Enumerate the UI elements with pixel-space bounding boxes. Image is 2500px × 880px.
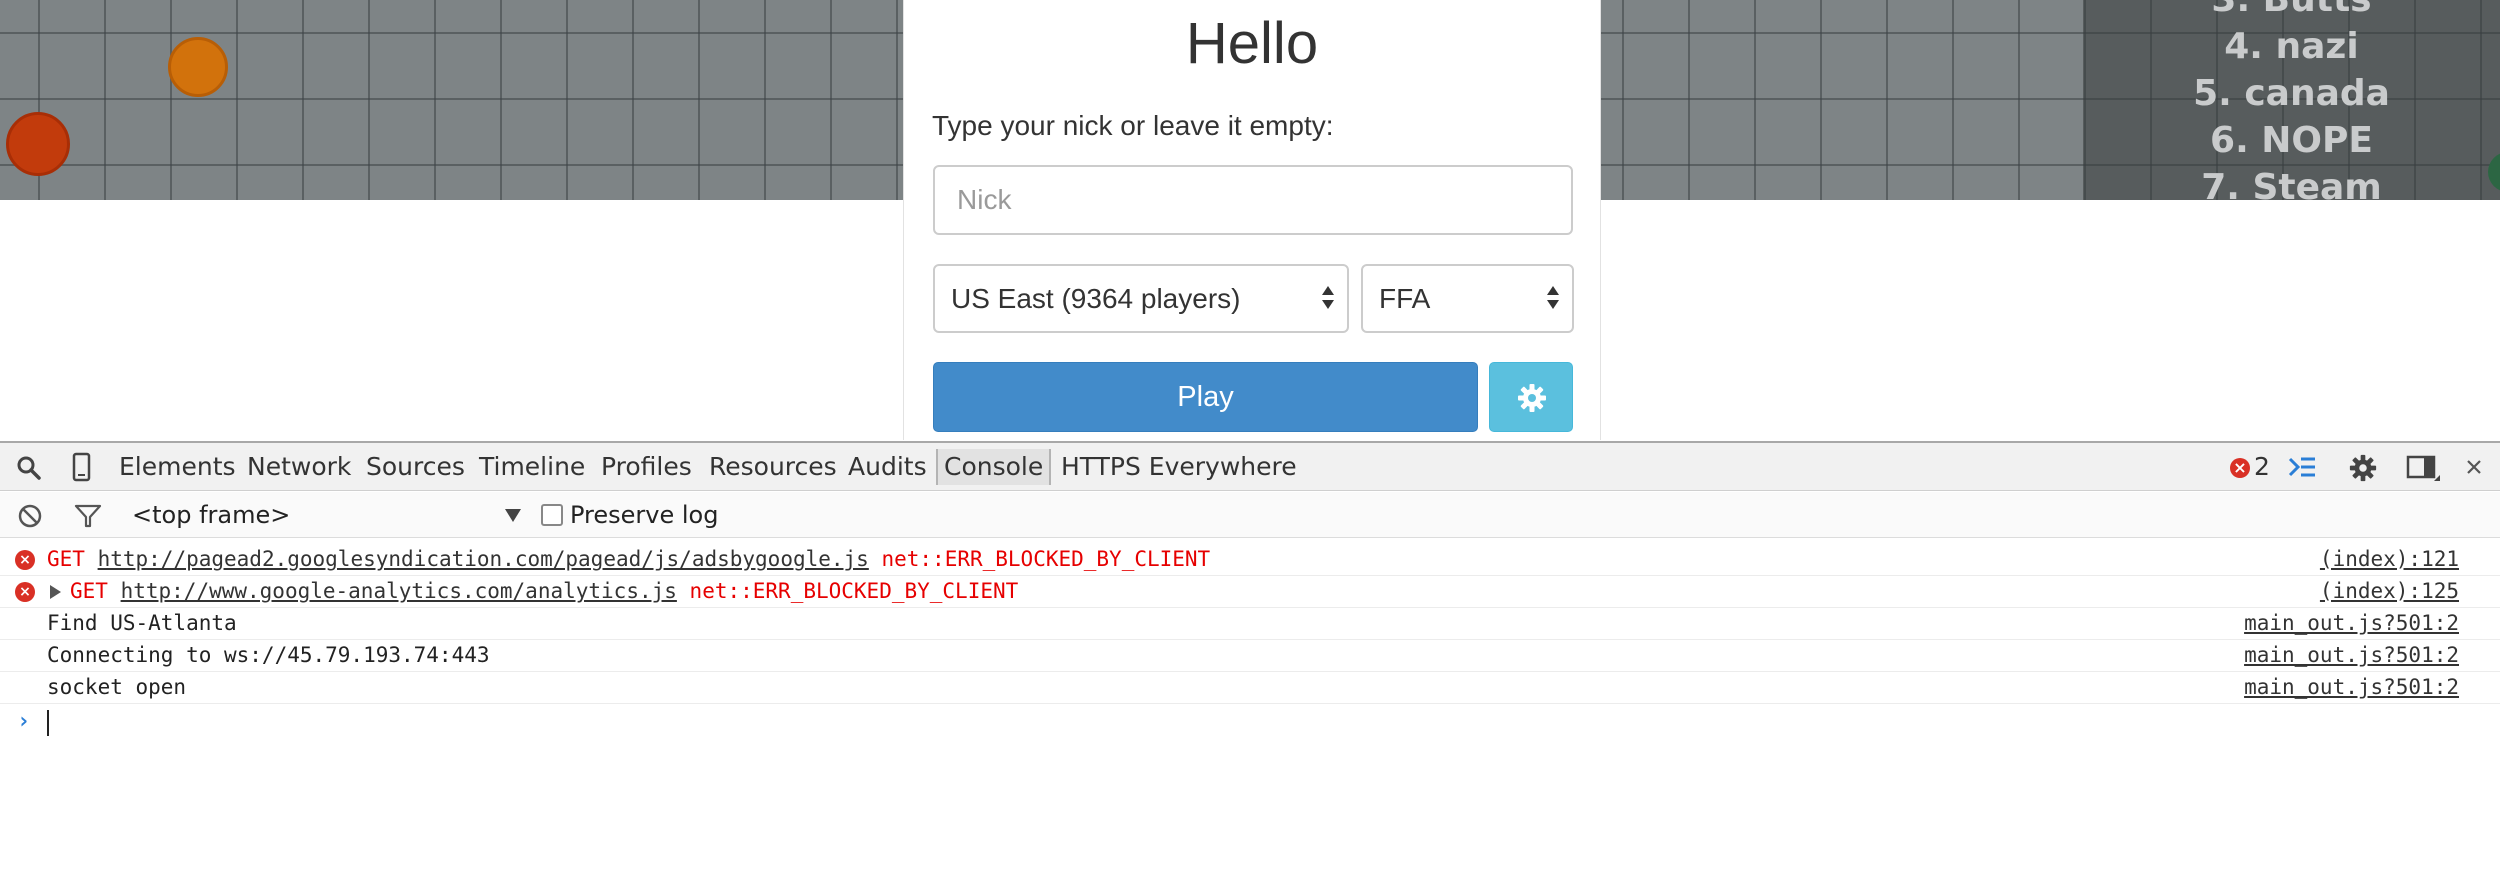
- error-count-badge[interactable]: × 2: [2230, 443, 2270, 491]
- dialog-title: Hello: [1185, 11, 1319, 76]
- region-select-value: US East (9364 players): [951, 283, 1241, 314]
- nick-label: Type your nick or leave it empty:: [932, 110, 1334, 141]
- tab-https-everywhere[interactable]: HTTPS Everywhere: [1061, 443, 1297, 491]
- select-arrows-icon: [1546, 286, 1560, 312]
- text-cursor: [47, 710, 49, 736]
- error-icon: ×: [15, 582, 35, 602]
- chevron-down-icon[interactable]: [505, 509, 521, 522]
- console-source-link[interactable]: (index):125: [2320, 576, 2459, 607]
- leaderboard-entry: 5. canada: [2193, 73, 2390, 114]
- select-arrows-icon: [1321, 286, 1335, 312]
- console-message: socket open: [47, 675, 187, 699]
- preserve-log-checkbox[interactable]: [541, 504, 563, 526]
- tab-elements[interactable]: Elements: [119, 443, 236, 491]
- console-source-link[interactable]: main_out.js?501:2: [2244, 608, 2459, 639]
- console-message: Find US-Atlanta: [47, 611, 237, 635]
- mode-select-value: FFA: [1379, 283, 1431, 314]
- console-source-link[interactable]: main_out.js?501:2: [2244, 672, 2459, 703]
- error-icon: ×: [15, 550, 35, 570]
- devtools-tabbar: Elements Network Sources Timeline Profil…: [0, 443, 2500, 491]
- start-dialog: Hello Type your nick or leave it empty: …: [903, 0, 1601, 440]
- error-count: 2: [2254, 452, 2270, 481]
- expand-triangle-icon[interactable]: [50, 585, 61, 599]
- settings-gear-icon[interactable]: [2348, 453, 2378, 483]
- leaderboard-entry: 6. NOPE: [2210, 120, 2373, 161]
- console-url-link[interactable]: http://pagead2.googlesyndication.com/pag…: [98, 547, 869, 571]
- tab-profiles[interactable]: Profiles: [601, 443, 692, 491]
- tab-timeline[interactable]: Timeline: [479, 443, 585, 491]
- food-cell: [6, 112, 70, 176]
- tab-resources[interactable]: Resources: [709, 443, 837, 491]
- devtools-panel: Elements Network Sources Timeline Profil…: [0, 441, 2500, 880]
- settings-button[interactable]: [1489, 362, 1573, 432]
- close-icon[interactable]: [2466, 459, 2482, 475]
- leaderboard-entry: 7. Steam: [2201, 167, 2382, 200]
- console-error-row: × GET http://www.google-analytics.com/an…: [0, 576, 2500, 608]
- filter-icon[interactable]: [74, 503, 102, 529]
- leaderboard-entry: 4. nazi: [2224, 26, 2359, 67]
- console-log-row: Find US-Atlanta main_out.js?501:2: [0, 608, 2500, 640]
- console-message: Connecting to ws://45.79.193.74:443: [47, 643, 490, 667]
- console-prompt[interactable]: ›: [0, 704, 2500, 738]
- leaderboard: 3. Butts 4. nazi 5. canada 6. NOPE 7. St…: [2083, 0, 2500, 200]
- console-source-link[interactable]: (index):121: [2320, 544, 2459, 575]
- clear-console-icon[interactable]: [17, 503, 43, 529]
- preserve-log-label[interactable]: Preserve log: [570, 492, 718, 538]
- tab-sources[interactable]: Sources: [366, 443, 465, 491]
- tab-console[interactable]: Console: [936, 449, 1052, 485]
- console-drawer-icon[interactable]: [2287, 455, 2317, 479]
- console-source-link[interactable]: main_out.js?501:2: [2244, 640, 2459, 671]
- console-error-row: × GET http://pagead2.googlesyndication.c…: [0, 544, 2500, 576]
- region-select[interactable]: US East (9364 players): [933, 264, 1349, 333]
- device-mode-icon[interactable]: [72, 452, 92, 482]
- error-icon: ×: [2230, 458, 2250, 478]
- leaderboard-entry: 3. Butts: [2083, 0, 2500, 23]
- prompt-chevron-icon: ›: [17, 709, 31, 734]
- play-button[interactable]: Play: [933, 362, 1478, 432]
- nick-input[interactable]: [933, 165, 1573, 235]
- mode-select[interactable]: FFA: [1361, 264, 1574, 333]
- gear-icon: [1518, 384, 1546, 412]
- console-message: GET http://www.google-analytics.com/anal…: [70, 579, 1019, 603]
- tab-network[interactable]: Network: [247, 443, 351, 491]
- console-toolbar: <top frame> Preserve log: [0, 492, 2500, 538]
- console-url-link[interactable]: http://www.google-analytics.com/analytic…: [121, 579, 677, 603]
- tab-audits[interactable]: Audits: [848, 443, 927, 491]
- frame-select[interactable]: <top frame>: [132, 492, 290, 538]
- inspect-search-icon[interactable]: [16, 455, 42, 481]
- food-cell: [168, 37, 228, 97]
- dock-side-icon[interactable]: [2406, 455, 2440, 481]
- console-log-row: Connecting to ws://45.79.193.74:443 main…: [0, 640, 2500, 672]
- console-log-row: socket open main_out.js?501:2: [0, 672, 2500, 704]
- console-output[interactable]: × GET http://pagead2.googlesyndication.c…: [0, 544, 2500, 738]
- console-message: GET http://pagead2.googlesyndication.com…: [47, 547, 1211, 571]
